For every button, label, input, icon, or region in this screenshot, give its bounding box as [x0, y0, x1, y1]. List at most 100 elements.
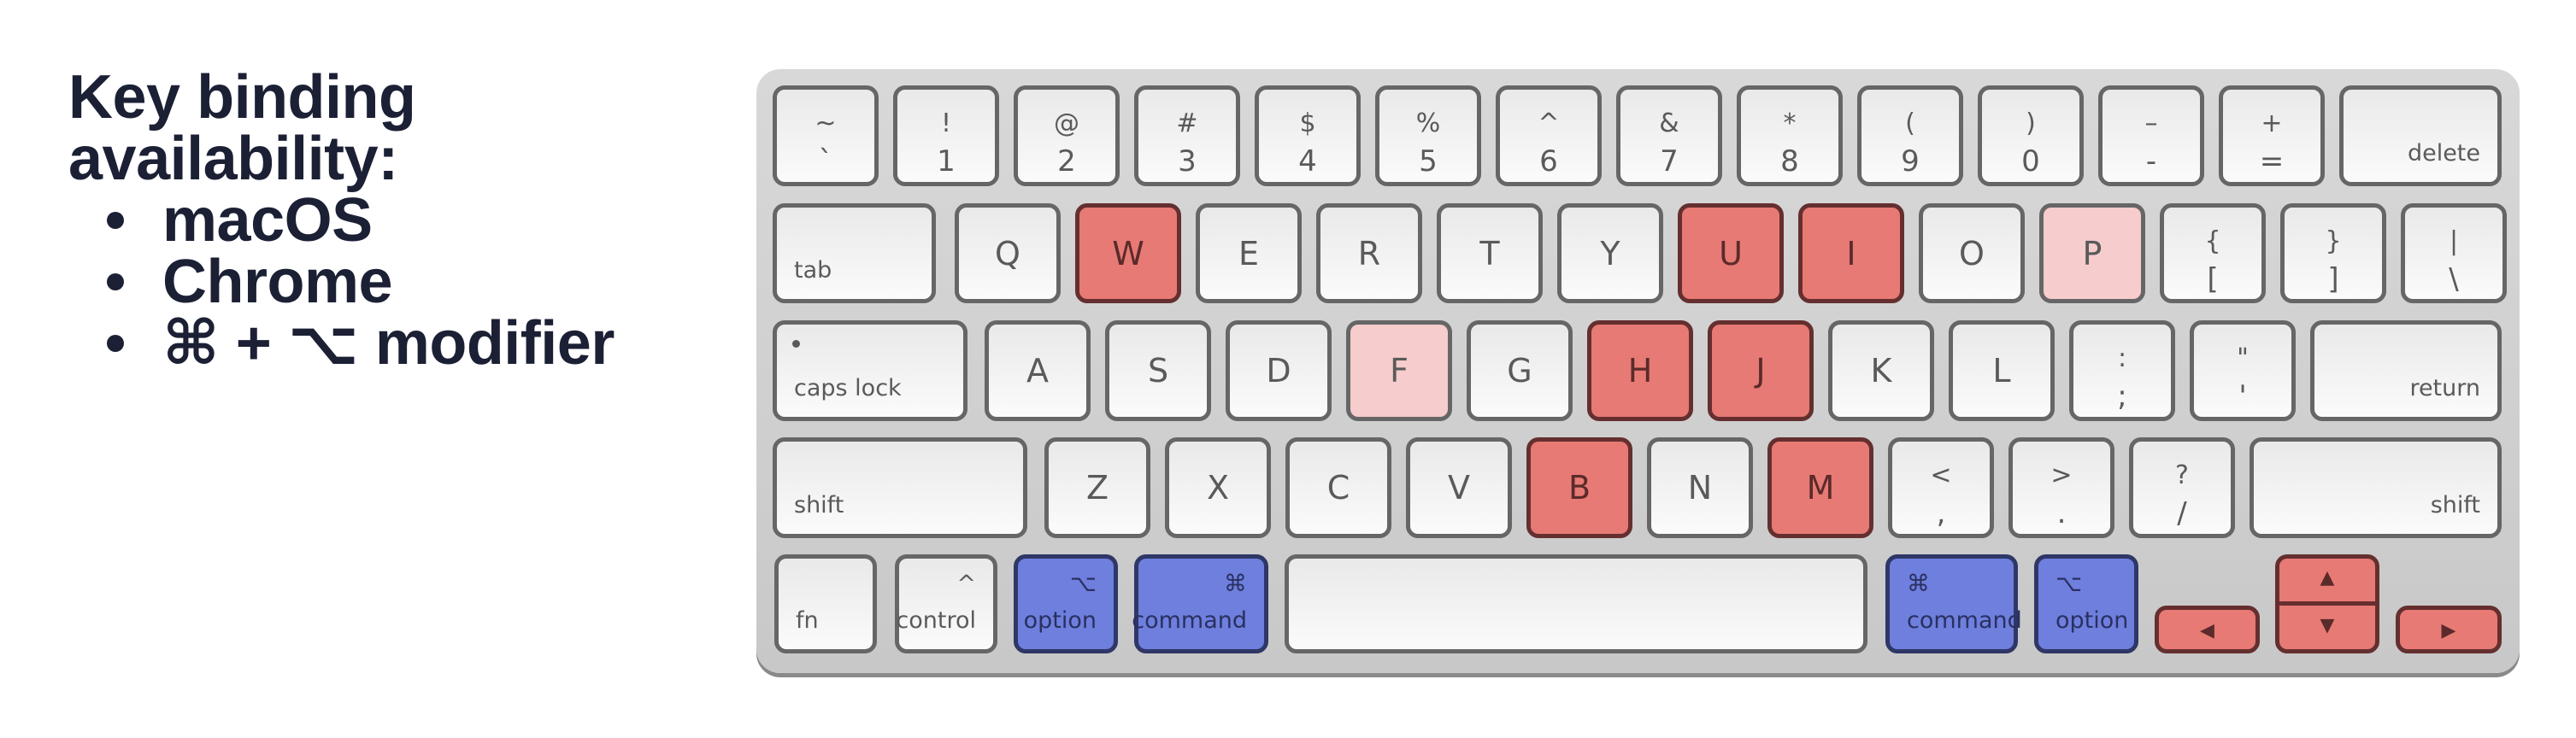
- key-shift-legend: <: [1930, 460, 1952, 490]
- key-left-command[interactable]: ⌘ command: [1132, 554, 1268, 653]
- key-][interactable]: }]: [2280, 203, 2386, 303]
- key-U[interactable]: U: [1678, 203, 1784, 303]
- key-;[interactable]: :;: [2069, 320, 2175, 421]
- command-icon: ⌘: [1224, 571, 1247, 597]
- key-K[interactable]: K: [1828, 320, 1934, 421]
- key-5[interactable]: % 5: [1375, 85, 1481, 186]
- key-shift-legend: &: [1659, 108, 1679, 138]
- arrow-down-icon: ▼: [2320, 615, 2335, 636]
- key-J[interactable]: J: [1708, 320, 1814, 421]
- key-shift-legend: ": [2237, 343, 2249, 373]
- key-legend: C: [1326, 469, 1350, 507]
- key-P[interactable]: P: [2039, 203, 2145, 303]
- key-legend: N: [1687, 469, 1713, 507]
- key-fn[interactable]: fn: [774, 554, 877, 653]
- key-legend: P: [2082, 234, 2103, 272]
- key-arrow-up-down[interactable]: ▲ ▼: [2275, 554, 2379, 653]
- key-4[interactable]: $4: [1255, 85, 1361, 186]
- key-I[interactable]: I: [1798, 203, 1904, 303]
- key-A[interactable]: A: [985, 320, 1091, 421]
- key-M[interactable]: M: [1767, 437, 1873, 538]
- key-3[interactable]: #3: [1134, 85, 1240, 186]
- key-legend: V: [1448, 469, 1470, 507]
- key-legend: .: [2056, 496, 2067, 530]
- key-B[interactable]: B: [1526, 437, 1632, 538]
- key-6[interactable]: ^ 6: [1496, 85, 1602, 186]
- key-N[interactable]: N: [1647, 437, 1753, 538]
- key-Q[interactable]: Q: [955, 203, 1061, 303]
- key-label: shift: [2430, 492, 2480, 518]
- availability-item-chrome: Chrome: [68, 251, 615, 313]
- key-right-shift[interactable]: shift: [2250, 437, 2502, 538]
- key-8[interactable]: * 8: [1737, 85, 1843, 186]
- key-V[interactable]: V: [1406, 437, 1512, 538]
- key-right-command[interactable]: ⌘ command: [1885, 554, 2022, 653]
- key-,[interactable]: <,: [1888, 437, 1994, 538]
- key-legend: U: [1719, 234, 1743, 272]
- key-legend: O: [1959, 234, 1985, 272]
- key-tab[interactable]: tab: [773, 203, 936, 303]
- key-legend: 3: [1178, 144, 1197, 179]
- key-R[interactable]: R: [1316, 203, 1422, 303]
- key-L[interactable]: L: [1949, 320, 2055, 421]
- key-space[interactable]: [1285, 554, 1867, 653]
- key-control[interactable]: ^ control: [895, 554, 997, 653]
- key-return[interactable]: return: [2310, 320, 2502, 421]
- key-legend: E: [1238, 234, 1259, 272]
- key-arrow-right[interactable]: ▶: [2396, 606, 2502, 653]
- key-right-option[interactable]: ⌥ option: [2034, 554, 2138, 653]
- key-C[interactable]: C: [1285, 437, 1391, 538]
- key-7[interactable]: & 7: [1616, 85, 1722, 186]
- key-shift-legend: >: [2050, 460, 2073, 490]
- key-0[interactable]: ) 0: [1978, 85, 2084, 186]
- heading-line-2: availability:: [68, 125, 398, 193]
- key-shift-legend: ): [2026, 108, 2036, 138]
- key-F[interactable]: F: [1346, 320, 1452, 421]
- key-Y[interactable]: Y: [1557, 203, 1663, 303]
- key-[[interactable]: {[: [2160, 203, 2266, 303]
- key-arrow-left[interactable]: ◀: [2155, 606, 2260, 653]
- key-`[interactable]: ~ `: [773, 85, 879, 186]
- key-left-option[interactable]: ⌥ option: [1014, 554, 1118, 653]
- key-legend: 8: [1780, 144, 1799, 179]
- key-shift-legend: ~: [815, 108, 837, 138]
- key-/[interactable]: ? /: [2129, 437, 2235, 538]
- key-shift-legend: @: [1054, 108, 1079, 138]
- key-T[interactable]: T: [1437, 203, 1543, 303]
- key-X[interactable]: X: [1165, 437, 1271, 538]
- key-S[interactable]: S: [1105, 320, 1211, 421]
- key-delete[interactable]: delete: [2339, 85, 2502, 186]
- key-G[interactable]: G: [1467, 320, 1573, 421]
- option-icon: ⌥: [1069, 571, 1097, 597]
- key-shift-legend: #: [1176, 108, 1198, 138]
- key-H[interactable]: H: [1587, 320, 1693, 421]
- key-left-shift[interactable]: shift: [773, 437, 1027, 538]
- key--[interactable]: – -: [2098, 85, 2204, 186]
- command-icon: ⌘: [1907, 571, 1930, 597]
- arrow-left-icon: ◀: [2200, 620, 2214, 641]
- key-.[interactable]: >.: [2008, 437, 2114, 538]
- key-9[interactable]: (9: [1857, 85, 1963, 186]
- key-legend: ,: [1936, 496, 1946, 530]
- availability-list: macOS Chrome ⌘ + ⌥ modifier: [68, 190, 615, 374]
- key-caps lock[interactable]: caps lock: [773, 320, 967, 421]
- key-legend: I: [1846, 234, 1856, 272]
- availability-item-modifier: ⌘ + ⌥ modifier: [68, 313, 615, 374]
- key-label: control: [896, 607, 976, 634]
- caps-lock-indicator-icon: [792, 340, 800, 348]
- key-Z[interactable]: Z: [1044, 437, 1150, 538]
- key-legend: Q: [995, 234, 1020, 272]
- key-W[interactable]: W: [1075, 203, 1181, 303]
- key-2[interactable]: @2: [1014, 85, 1120, 186]
- key-E[interactable]: E: [1196, 203, 1302, 303]
- key-legend: 1: [937, 144, 956, 179]
- arrow-up-icon: ▲: [2320, 567, 2335, 589]
- key-D[interactable]: D: [1226, 320, 1332, 421]
- key-\[interactable]: | \: [2401, 203, 2507, 303]
- key-O[interactable]: O: [1919, 203, 2025, 303]
- key-legend: T: [1479, 234, 1500, 272]
- key-=[interactable]: + =: [2219, 85, 2325, 186]
- key-1[interactable]: ! 1: [893, 85, 999, 186]
- key-label: caps lock: [794, 375, 902, 401]
- key-'[interactable]: " ': [2190, 320, 2296, 421]
